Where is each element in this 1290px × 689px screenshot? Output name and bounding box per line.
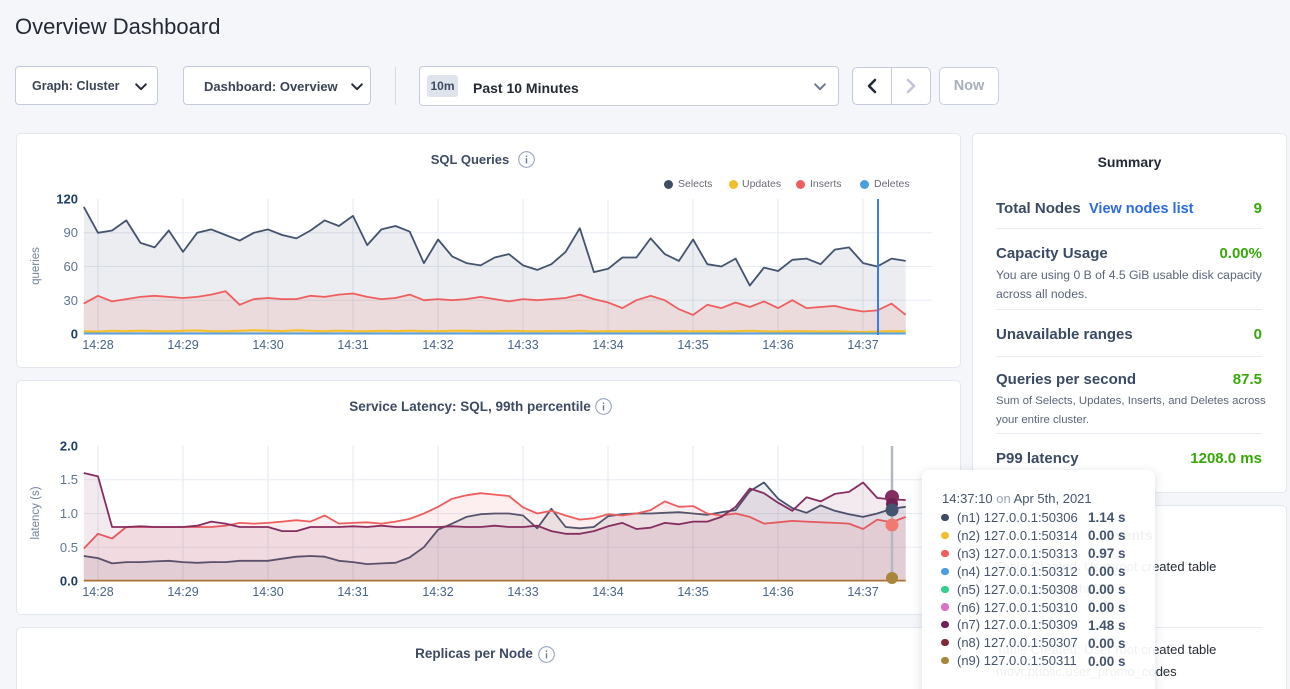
svg-text:2.0: 2.0 xyxy=(60,439,78,454)
svg-text:14:30: 14:30 xyxy=(252,585,283,599)
svg-text:14:33: 14:33 xyxy=(507,338,538,352)
svg-text:0.5: 0.5 xyxy=(60,540,78,555)
svg-text:60: 60 xyxy=(64,259,78,274)
svg-text:90: 90 xyxy=(64,225,78,240)
svg-text:30: 30 xyxy=(64,293,78,308)
svg-text:14:37: 14:37 xyxy=(847,585,878,599)
svg-text:120: 120 xyxy=(56,192,78,207)
svg-text:14:32: 14:32 xyxy=(422,585,453,599)
svg-text:latency (s): latency (s) xyxy=(30,486,42,539)
svg-text:14:30: 14:30 xyxy=(252,338,283,352)
svg-text:14:37: 14:37 xyxy=(847,338,878,352)
svg-text:14:28: 14:28 xyxy=(82,585,113,599)
svg-text:14:32: 14:32 xyxy=(422,338,453,352)
svg-text:14:31: 14:31 xyxy=(337,338,368,352)
svg-text:14:35: 14:35 xyxy=(677,338,708,352)
svg-text:14:35: 14:35 xyxy=(677,585,708,599)
svg-text:14:36: 14:36 xyxy=(762,338,793,352)
svg-text:14:34: 14:34 xyxy=(592,585,623,599)
svg-text:14:31: 14:31 xyxy=(337,585,368,599)
svg-text:0: 0 xyxy=(71,327,78,342)
svg-text:14:29: 14:29 xyxy=(167,338,198,352)
svg-text:1.5: 1.5 xyxy=(60,472,78,487)
svg-text:14:29: 14:29 xyxy=(167,585,198,599)
svg-text:14:28: 14:28 xyxy=(82,338,113,352)
svg-text:14:36: 14:36 xyxy=(762,585,793,599)
svg-text:14:34: 14:34 xyxy=(592,338,623,352)
svg-text:14:33: 14:33 xyxy=(507,585,538,599)
svg-text:queries: queries xyxy=(30,247,42,285)
svg-text:1.0: 1.0 xyxy=(60,506,78,521)
svg-text:0.0: 0.0 xyxy=(60,574,78,589)
